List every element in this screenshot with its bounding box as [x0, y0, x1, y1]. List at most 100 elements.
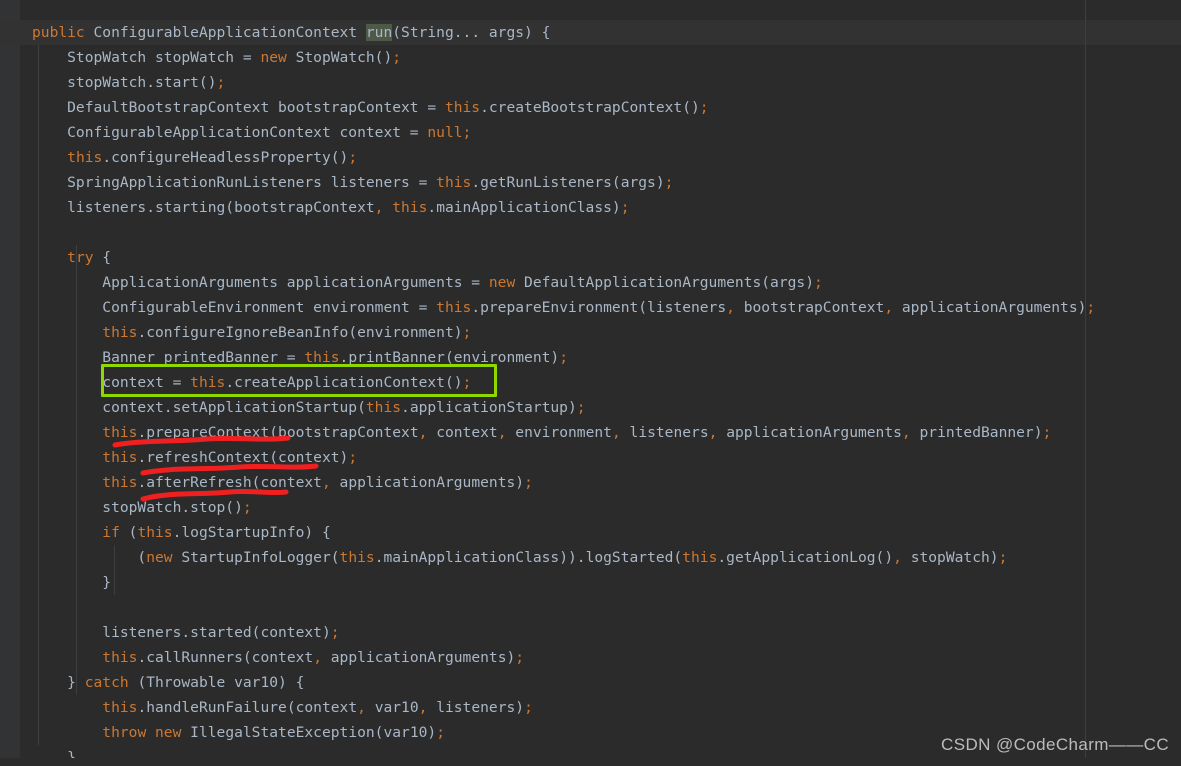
code-line[interactable]: (new StartupInfoLogger(this.mainApplicat… — [0, 545, 1181, 570]
code-line[interactable]: stopWatch.start(); — [0, 70, 1181, 95]
code-token: bootstrapContext — [743, 299, 885, 316]
code-line[interactable]: StopWatch stopWatch = new StopWatch(); — [0, 45, 1181, 70]
code-token: , — [321, 474, 340, 491]
code-token: ; — [1042, 424, 1052, 441]
code-line[interactable]: this.configureIgnoreBeanInfo(environment… — [0, 320, 1181, 345]
code-line[interactable]: ConfigurableEnvironment environment = th… — [0, 295, 1181, 320]
code-line[interactable]: SpringApplicationRunListeners listeners … — [0, 170, 1181, 195]
code-token: .createBootstrapContext() — [480, 99, 700, 116]
code-token: listeners.starting(bootstrapContext — [32, 199, 375, 216]
code-line[interactable]: this.refreshContext(context); — [0, 445, 1181, 470]
editor-top-edge — [0, 0, 1181, 20]
code-token: .getApplicationLog() — [717, 549, 894, 566]
code-token: , — [418, 699, 437, 716]
code-line[interactable]: context.setApplicationStartup(this.appli… — [0, 395, 1181, 420]
code-token: ; — [392, 49, 402, 66]
code-token: new — [146, 549, 182, 566]
code-token: ; — [664, 174, 674, 191]
code-token: (String... args) { — [392, 24, 551, 41]
code-token: ( — [119, 524, 138, 541]
code-token: ; — [998, 549, 1008, 566]
code-token: ; — [462, 124, 472, 141]
code-token: this — [102, 699, 138, 716]
code-token: ; — [216, 74, 226, 91]
code-token: .callRunners(context — [137, 649, 314, 666]
code-token: ; — [1086, 299, 1096, 316]
code-token: this — [365, 399, 402, 416]
code-token: listeners.started(context) — [32, 624, 331, 641]
code-token: { — [93, 249, 112, 266]
code-token: ( — [32, 549, 147, 566]
code-token: ; — [524, 474, 533, 491]
code-token: this — [102, 424, 138, 441]
code-token: context.setApplicationStartup( — [32, 399, 366, 416]
code-token: DefaultApplicationArguments(args) — [524, 274, 814, 291]
code-line[interactable]: this.configureHeadlessProperty(); — [0, 145, 1181, 170]
code-line[interactable]: this.callRunners(context, applicationArg… — [0, 645, 1181, 670]
code-line[interactable]: try { — [0, 245, 1181, 270]
code-token: , — [357, 699, 375, 716]
code-token: .refreshContext(context) — [137, 449, 349, 466]
code-token: try — [67, 249, 94, 266]
code-token: ConfigurableEnvironment environment = — [32, 299, 437, 316]
code-token: .applicationStartup) — [401, 399, 577, 416]
code-token: new — [260, 49, 296, 66]
code-token: ; — [462, 324, 472, 341]
code-token: ; — [559, 349, 568, 366]
code-token: ; — [576, 399, 586, 416]
code-token: ; — [814, 274, 823, 291]
code-line[interactable]: this.afterRefresh(context, applicationAr… — [0, 470, 1181, 495]
code-token: .configureHeadlessProperty() — [102, 149, 349, 166]
code-line[interactable]: } catch (Throwable var10) { — [0, 670, 1181, 695]
code-token: SpringApplicationRunListeners listeners … — [32, 174, 437, 191]
code-line[interactable]: ConfigurableApplicationContext context =… — [0, 120, 1181, 145]
code-token: .getRunListeners(args) — [471, 174, 665, 191]
code-token: stopWatch.start() — [32, 74, 217, 91]
code-line[interactable]: } — [0, 570, 1181, 595]
code-line[interactable]: this.handleRunFailure(context, var10, li… — [0, 695, 1181, 720]
code-token: .configureIgnoreBeanInfo(environment) — [137, 324, 463, 341]
code-token: ConfigurableApplicationContext context = — [32, 124, 428, 141]
code-token: StopWatch stopWatch = — [32, 49, 261, 66]
code-token: ; — [436, 724, 445, 741]
code-token: this — [137, 524, 173, 541]
code-token: if — [102, 524, 120, 541]
code-token: this — [682, 549, 718, 566]
code-token: , — [901, 424, 920, 441]
code-token: this — [102, 649, 138, 666]
code-token: .prepareEnvironment(listeners — [471, 299, 727, 316]
code-token: ; — [330, 624, 340, 641]
code-token: , — [374, 199, 393, 216]
code-token: this — [339, 549, 375, 566]
code-token: .prepareContext(bootstrapContext — [137, 424, 419, 441]
code-line[interactable]: DefaultBootstrapContext bootstrapContext… — [0, 95, 1181, 120]
code-line[interactable] — [0, 220, 1181, 245]
code-line[interactable]: listeners.started(context); — [0, 620, 1181, 645]
code-token: environment — [515, 424, 612, 441]
code-token: applicationArguments) — [330, 649, 516, 666]
code-token: StartupInfoLogger( — [181, 549, 340, 566]
code-editor-screenshot: public ConfigurableApplicationContext ru… — [0, 0, 1181, 766]
code-token: applicationArguments) — [339, 474, 525, 491]
code-line[interactable]: ApplicationArguments applicationArgument… — [0, 270, 1181, 295]
code-token: throw new — [102, 724, 191, 741]
code-token: run — [365, 24, 393, 41]
code-token: , — [893, 549, 911, 566]
code-token: ConfigurableApplicationContext — [93, 24, 366, 41]
code-token: applicationArguments) — [901, 299, 1087, 316]
code-line[interactable]: if (this.logStartupInfo) { — [0, 520, 1181, 545]
code-line[interactable]: stopWatch.stop(); — [0, 495, 1181, 520]
code-line[interactable] — [0, 595, 1181, 620]
code-token: , — [726, 299, 744, 316]
code-line[interactable]: this.prepareContext(bootstrapContext, co… — [0, 420, 1181, 445]
code-line[interactable]: listeners.starting(bootstrapContext, thi… — [0, 195, 1181, 220]
code-token: applicationArguments — [726, 424, 902, 441]
code-line[interactable]: public ConfigurableApplicationContext ru… — [0, 20, 1181, 45]
green-annotation-rectangle — [101, 364, 497, 397]
code-token: } — [32, 574, 112, 591]
